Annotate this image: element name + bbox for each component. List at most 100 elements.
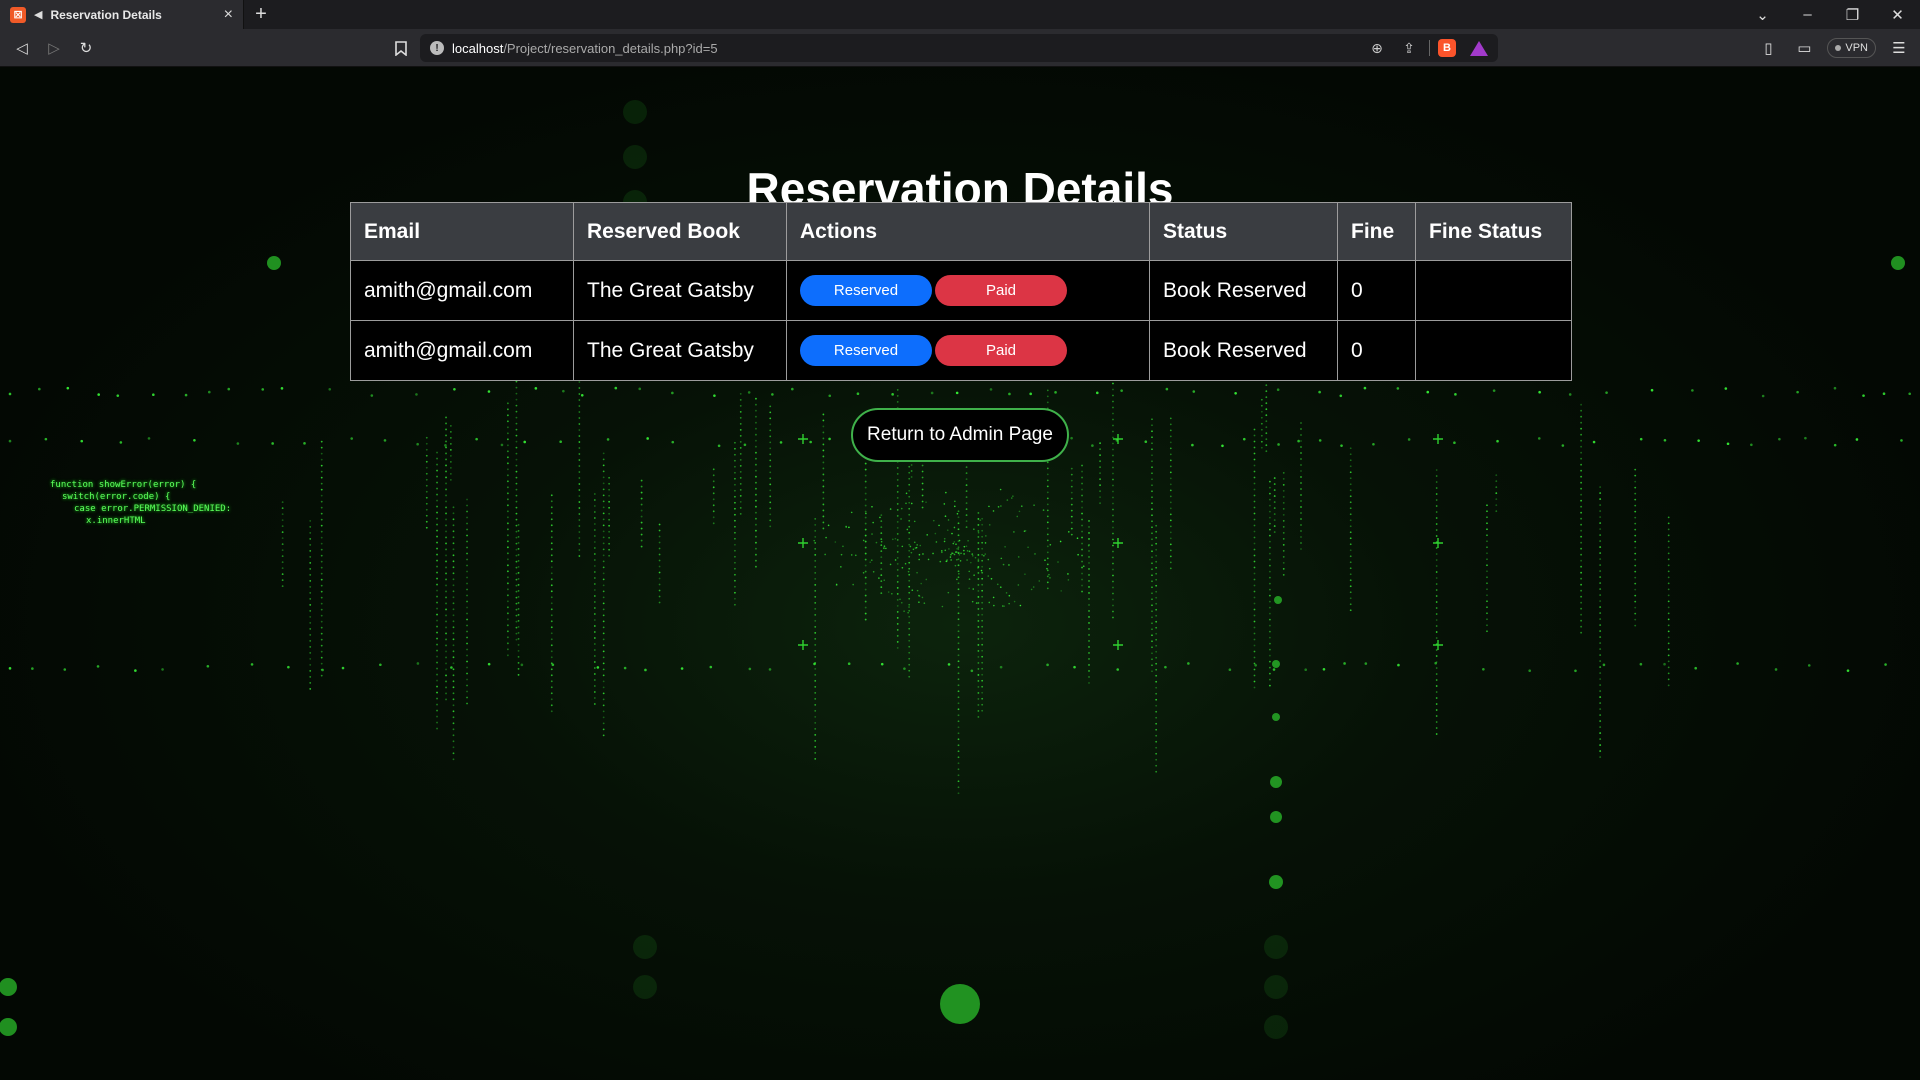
- code-line: case error.PERMISSION_DENIED:: [74, 504, 232, 514]
- background-particle: [1155, 752, 1158, 755]
- background-particle: [739, 435, 742, 437]
- background-particle: [452, 716, 455, 719]
- background-particle: [593, 553, 596, 555]
- background-particle: [908, 573, 911, 576]
- background-particle: [449, 424, 452, 427]
- background-particle: [1486, 570, 1488, 573]
- background-particle: [593, 643, 596, 645]
- background-particle: [1433, 538, 1443, 548]
- background-particle: [1253, 494, 1256, 497]
- background-particle: [880, 544, 883, 546]
- background-particle: [957, 708, 960, 711]
- close-window-icon[interactable]: ✕: [1875, 6, 1920, 24]
- background-particle: [321, 668, 324, 672]
- background-particle: [1046, 473, 1049, 476]
- bookmark-icon[interactable]: [388, 35, 414, 61]
- address-bar[interactable]: ! localhost/Project/reservation_details.…: [420, 34, 1498, 62]
- background-particle: [916, 571, 918, 574]
- reload-icon[interactable]: ↻: [70, 32, 102, 64]
- paid-button[interactable]: Paid: [935, 335, 1067, 366]
- background-particle: [908, 507, 911, 510]
- menu-icon[interactable]: ☰: [1886, 35, 1912, 61]
- background-particle: [1282, 489, 1285, 492]
- background-particle: [436, 661, 438, 664]
- background-particle: [1599, 510, 1602, 512]
- background-particle: [602, 680, 605, 683]
- background-particle: [1269, 570, 1271, 573]
- background-particle: [1253, 482, 1256, 485]
- wallet-icon[interactable]: ▭: [1791, 35, 1817, 61]
- background-particle: [957, 762, 960, 765]
- background-particle: [281, 501, 284, 504]
- background-particle: [608, 488, 611, 491]
- new-tab-button[interactable]: +: [244, 3, 278, 26]
- vpn-button[interactable]: VPN: [1827, 38, 1876, 58]
- background-particle: [1070, 485, 1073, 488]
- background-particle: [517, 643, 520, 646]
- background-particle: [755, 523, 757, 526]
- background-particle: [320, 458, 323, 461]
- background-particle: [593, 691, 596, 693]
- background-particle: [515, 548, 518, 551]
- background-particle: [1253, 500, 1256, 503]
- background-particle: [515, 470, 518, 473]
- reserved-button[interactable]: Reserved: [800, 335, 932, 366]
- background-particle: [717, 444, 721, 448]
- audio-icon[interactable]: ◀: [34, 8, 42, 21]
- url-text[interactable]: localhost/Project/reservation_details.ph…: [452, 41, 1357, 56]
- background-particle: [769, 513, 772, 516]
- background-particle: [1269, 516, 1271, 519]
- brave-rewards-icon[interactable]: [1470, 40, 1488, 56]
- background-particle: [281, 573, 284, 576]
- brave-shields-icon[interactable]: B: [1438, 39, 1456, 57]
- background-particle: [1169, 567, 1172, 570]
- background-particle: [968, 550, 971, 553]
- paid-button[interactable]: Paid: [935, 275, 1067, 306]
- background-particle: [1580, 403, 1583, 406]
- zoom-icon[interactable]: ⊕: [1365, 40, 1389, 57]
- share-icon[interactable]: ⇪: [1397, 40, 1421, 57]
- background-particle: [957, 510, 960, 513]
- back-icon[interactable]: ◁: [6, 32, 38, 64]
- return-to-admin-button[interactable]: Return to Admin Page: [851, 408, 1069, 462]
- background-particle: [1221, 444, 1224, 448]
- background-particle: [1435, 511, 1438, 513]
- background-particle: [206, 664, 210, 668]
- background-particle: [1426, 390, 1430, 394]
- background-particle: [506, 492, 509, 495]
- background-particle: [1081, 536, 1083, 539]
- background-particle: [1260, 446, 1263, 449]
- forward-icon[interactable]: ▷: [38, 32, 70, 64]
- background-particle: [822, 473, 825, 476]
- background-particle: [814, 715, 817, 718]
- background-particle: [1300, 476, 1302, 478]
- active-tab[interactable]: ⊠ ◀ Reservation Details ×: [0, 0, 244, 29]
- background-particle: [864, 594, 867, 597]
- background-particle: [1155, 608, 1158, 611]
- background-particle: [981, 529, 984, 532]
- site-info-icon[interactable]: !: [430, 41, 444, 55]
- background-particle: [466, 642, 468, 645]
- background-particle: [602, 632, 605, 635]
- background-particle: [436, 619, 438, 622]
- background-particle: [449, 460, 452, 463]
- background-particle: [1112, 538, 1114, 541]
- background-particle: [908, 477, 911, 480]
- tab-search-icon[interactable]: ⌄: [1740, 6, 1785, 24]
- background-particle: [578, 471, 581, 473]
- close-tab-icon[interactable]: ×: [224, 6, 233, 24]
- background-particle: [977, 572, 980, 574]
- reserved-button[interactable]: Reserved: [800, 275, 932, 306]
- background-particle: [1300, 518, 1302, 520]
- sidebar-icon[interactable]: ▯: [1755, 35, 1781, 61]
- background-particle: [957, 738, 960, 741]
- minimize-icon[interactable]: –: [1785, 6, 1830, 23]
- background-particle: [968, 570, 971, 573]
- background-particle: [1151, 490, 1153, 493]
- background-particle: [896, 575, 899, 577]
- background-particle: [1112, 616, 1114, 619]
- background-particle: [946, 559, 948, 561]
- background-particle: [425, 490, 428, 493]
- restore-icon[interactable]: ❐: [1830, 6, 1875, 24]
- background-particle: [1599, 558, 1602, 560]
